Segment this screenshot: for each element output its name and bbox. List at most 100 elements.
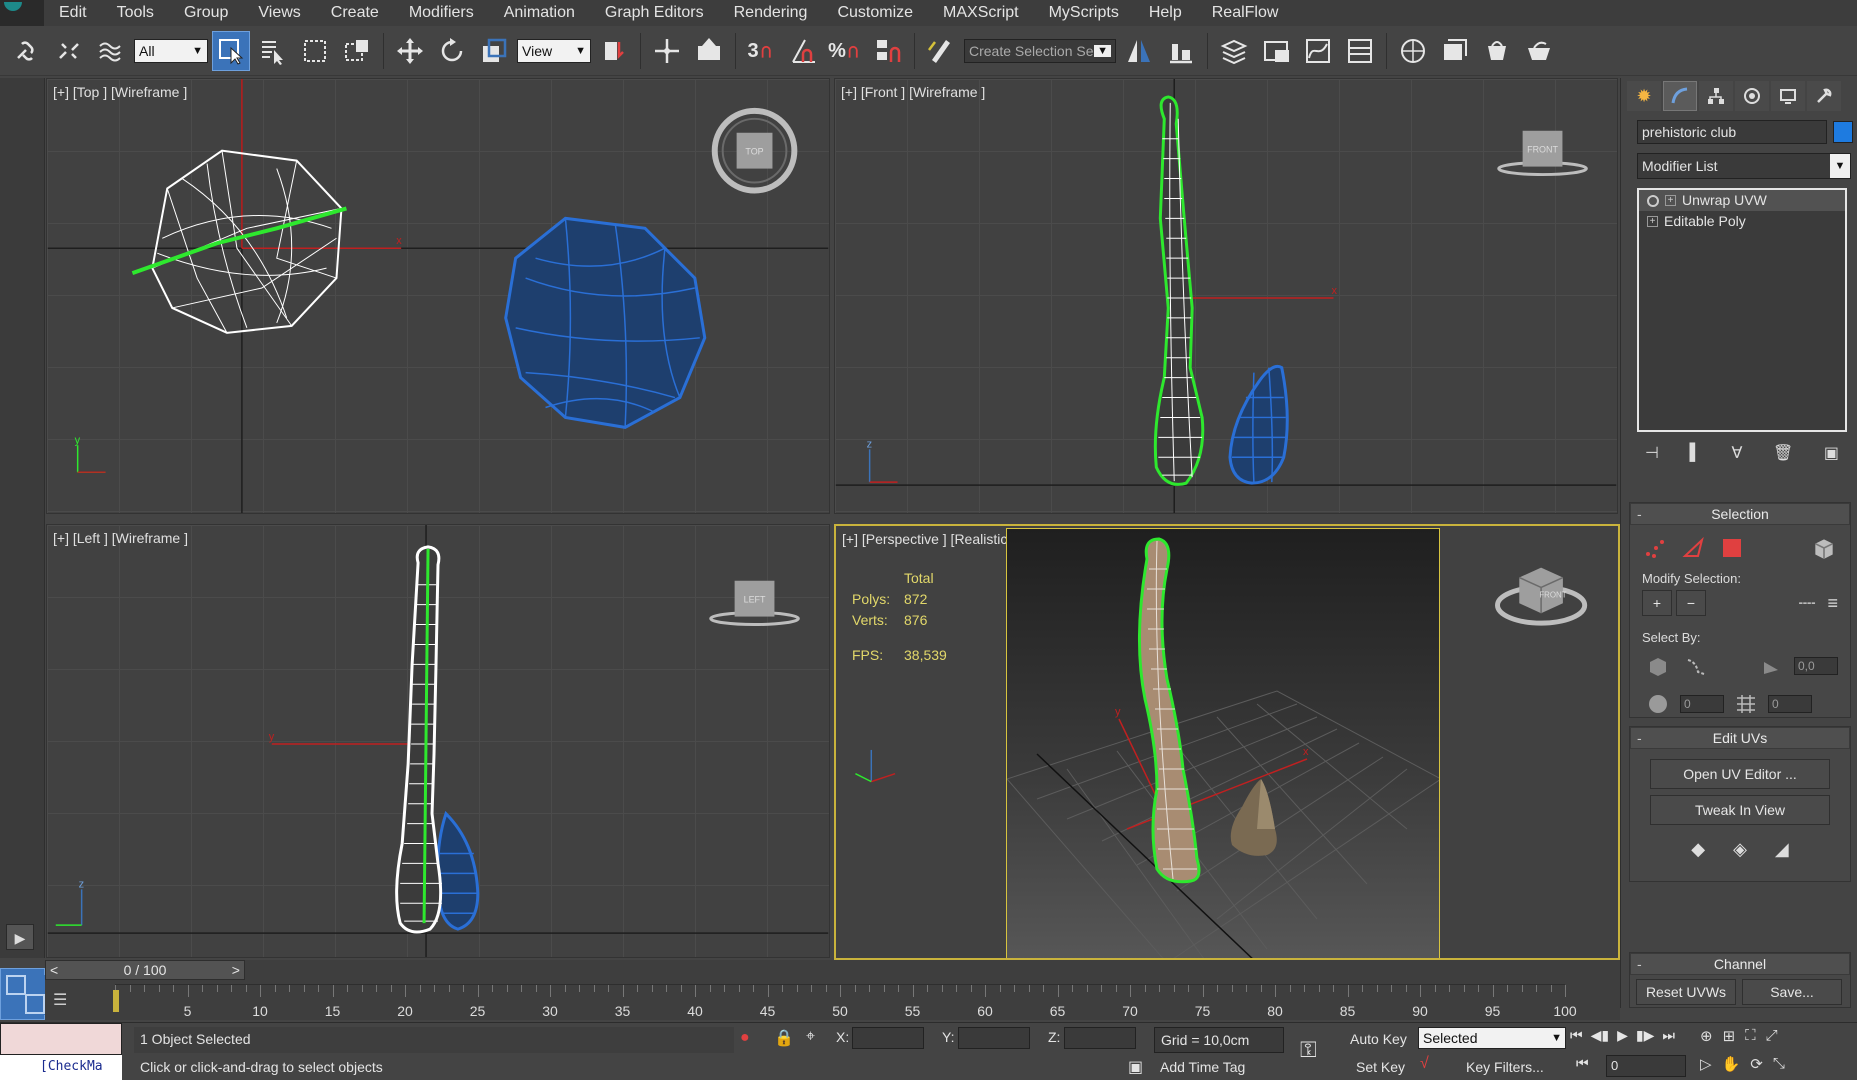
menu-customize[interactable]: Customize	[822, 0, 928, 26]
view-cube-top[interactable]: TOP	[711, 107, 798, 194]
expand-icon[interactable]: +	[1665, 195, 1676, 206]
menu-modifiers[interactable]: Modifiers	[394, 0, 489, 26]
render-frame-window-icon[interactable]	[1478, 31, 1516, 71]
play-icon[interactable]: ▶	[1617, 1027, 1628, 1044]
selection-filter-dropdown[interactable]: All ▼	[134, 38, 208, 63]
remove-modifier-icon[interactable]: 🗑	[1773, 443, 1793, 463]
quick-align-icon[interactable]: ◈	[1733, 839, 1747, 860]
save-uvw-button[interactable]: Save...	[1742, 979, 1842, 1005]
time-tag-icon[interactable]: ▣	[1128, 1057, 1143, 1077]
planar-angle-spinner[interactable]: 0,0	[1794, 657, 1838, 675]
modifier-list-dropdown[interactable]: Modifier List ▼	[1637, 153, 1851, 179]
spinner-snap-icon[interactable]	[869, 31, 907, 71]
viewport-layout-button[interactable]	[0, 968, 45, 1020]
edit-named-selection-icon[interactable]	[922, 31, 960, 71]
select-object-icon[interactable]	[212, 30, 250, 71]
edit-uvs-rollout-header[interactable]: - Edit UVs	[1630, 727, 1850, 749]
tweak-in-view-button[interactable]: Tweak In View	[1650, 795, 1830, 825]
go-to-start-icon[interactable]: ⏮	[1570, 1027, 1583, 1044]
go-to-end-icon[interactable]: ⏭	[1662, 1027, 1675, 1044]
pin-stack-icon[interactable]: ⊣	[1645, 443, 1659, 463]
add-time-tag-button[interactable]: Add Time Tag	[1154, 1055, 1284, 1080]
select-by-name-icon[interactable]	[254, 31, 292, 71]
menu-graph-editors[interactable]: Graph Editors	[590, 0, 719, 26]
mini-curve-editor-icon[interactable]: ☰	[53, 990, 93, 1014]
move-icon[interactable]	[391, 31, 429, 71]
maxscript-output[interactable]: [CheckMa	[0, 1055, 122, 1080]
zoom-icon[interactable]: ⊕	[1700, 1027, 1713, 1045]
shrink-selection-icon[interactable]: −	[1676, 590, 1706, 616]
planar-map-icon[interactable]: ◢	[1775, 839, 1789, 860]
key-mode-toggle-icon[interactable]: ⏮	[1576, 1055, 1589, 1072]
ring-selection-icon[interactable]: ≡	[1827, 593, 1838, 614]
grow-selection-icon[interactable]: +	[1642, 590, 1672, 616]
bind-space-warp-icon[interactable]	[92, 31, 130, 71]
mirror-icon[interactable]	[1120, 31, 1158, 71]
next-frame-button[interactable]: >	[232, 962, 240, 978]
curve-editor-icon[interactable]	[1299, 31, 1337, 71]
expand-icon[interactable]: ▶	[6, 924, 34, 950]
modifier-toggle-icon[interactable]	[1647, 194, 1659, 207]
modifier-stack-item[interactable]: + Unwrap UVW	[1639, 190, 1845, 211]
previous-frame-button[interactable]: <	[50, 962, 58, 978]
zoom-extents-icon[interactable]: ⛶	[1745, 1027, 1756, 1045]
element-mode-icon[interactable]	[1808, 533, 1840, 563]
key-curve-icon[interactable]: √	[1420, 1055, 1429, 1073]
set-key-icon[interactable]: ⚿	[1300, 1037, 1317, 1063]
pivot-center-icon[interactable]	[595, 31, 633, 71]
select-by-edge-loop-icon[interactable]	[1680, 651, 1712, 681]
motion-tab-icon[interactable]	[1735, 81, 1769, 111]
window-crossing-icon[interactable]	[338, 31, 376, 71]
menu-realflow[interactable]: RealFlow	[1197, 0, 1294, 26]
application-button[interactable]	[0, 0, 44, 26]
z-coordinate-input[interactable]	[1064, 1027, 1136, 1049]
menu-create[interactable]: Create	[316, 0, 394, 26]
named-selection-set-dropdown[interactable]: Create Selection Se ▼	[964, 38, 1116, 63]
maxscript-input[interactable]	[0, 1023, 122, 1055]
key-filters-button[interactable]: Key Filters...	[1460, 1055, 1560, 1080]
modifier-stack-item[interactable]: + Editable Poly	[1639, 211, 1845, 232]
scene-explorer-icon[interactable]	[1257, 31, 1295, 71]
menu-maxscript[interactable]: MAXScript	[928, 0, 1034, 26]
planar-angle-icon[interactable]	[1756, 651, 1788, 681]
current-frame-input[interactable]: 0	[1606, 1055, 1686, 1077]
material-id-spinner[interactable]: 0	[1768, 695, 1812, 713]
zoom-extents-all-icon[interactable]: ⤢	[1766, 1027, 1778, 1045]
previous-key-icon[interactable]: ◀▮	[1591, 1027, 1609, 1044]
loop-selection-icon[interactable]: ╌╌	[1799, 595, 1816, 612]
menu-views[interactable]: Views	[243, 0, 315, 26]
viewport-front[interactable]: [+] [Front ] [Wireframe ] x FRONT z	[834, 78, 1618, 514]
expand-icon[interactable]: +	[1647, 216, 1658, 227]
link-icon[interactable]	[8, 31, 46, 71]
layer-manager-icon[interactable]	[1215, 31, 1253, 71]
viewport-perspective[interactable]: [+] [Perspective ] [Realistic ] Total Po…	[834, 524, 1620, 960]
field-of-view-icon[interactable]: ▷	[1700, 1055, 1712, 1073]
hierarchy-tab-icon[interactable]	[1699, 81, 1733, 111]
selection-lock-icon[interactable]: 🔒	[774, 1028, 794, 1048]
select-by-smoothing-icon[interactable]	[1642, 689, 1674, 719]
maxscript-listener[interactable]: [CheckMa	[0, 1023, 122, 1080]
viewport-left[interactable]: [+] [Left ] [Wireframe ] y LEFT z	[46, 524, 830, 958]
select-by-material-id-icon[interactable]	[1730, 689, 1762, 719]
maximize-viewport-icon[interactable]: ⤡	[1773, 1055, 1785, 1073]
material-editor-icon[interactable]	[1394, 31, 1432, 71]
open-uv-editor-button[interactable]: Open UV Editor ...	[1650, 759, 1830, 789]
viewport-top[interactable]: [+] [Top ] [Wireframe ] x TOP y	[46, 78, 830, 514]
menu-rendering[interactable]: Rendering	[719, 0, 823, 26]
display-tab-icon[interactable]	[1771, 81, 1805, 111]
menu-edit[interactable]: Edit	[44, 0, 102, 26]
render-production-icon[interactable]	[1520, 31, 1558, 71]
view-cube-front[interactable]: FRONT	[1497, 130, 1588, 177]
reset-uvws-button[interactable]: Reset UVWs	[1636, 979, 1736, 1005]
edge-mode-icon[interactable]	[1678, 533, 1710, 563]
key-mode-dropdown[interactable]: Selected ▼	[1418, 1027, 1566, 1049]
utilities-tab-icon[interactable]	[1807, 81, 1841, 111]
polygon-mode-icon[interactable]	[1716, 533, 1748, 563]
pan-view-icon[interactable]: ✋	[1722, 1055, 1741, 1073]
current-time-marker[interactable]	[113, 990, 119, 1012]
set-key-button[interactable]: Set Key	[1350, 1055, 1416, 1080]
angle-snap-icon[interactable]	[785, 31, 823, 71]
align-icon[interactable]	[1162, 31, 1200, 71]
select-by-element-icon[interactable]	[1642, 651, 1674, 681]
configure-modifier-sets-icon[interactable]: ▣	[1824, 443, 1839, 463]
